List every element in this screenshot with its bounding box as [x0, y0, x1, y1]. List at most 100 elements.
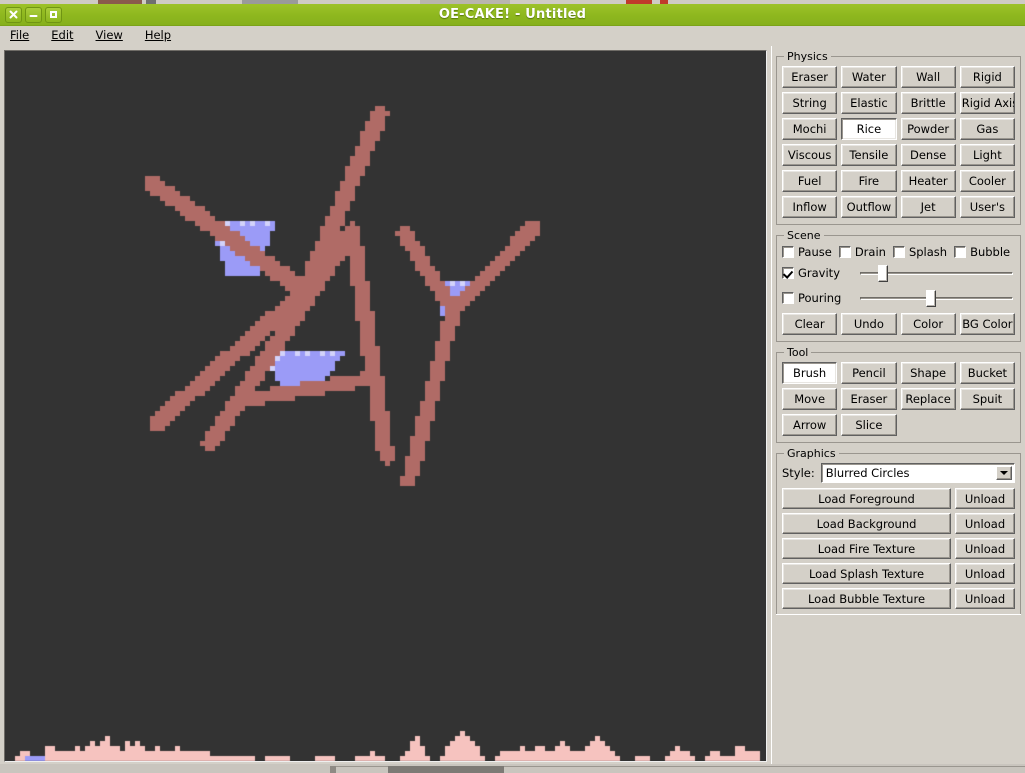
tool-button-bucket[interactable]: Bucket [959, 362, 1015, 384]
menu-item-edit[interactable]: Edit [49, 27, 83, 43]
checkbox-pouring[interactable]: Pouring [782, 291, 858, 305]
tool-button-spuit[interactable]: Spuit [959, 388, 1015, 410]
physics-button-rigid[interactable]: Rigid [959, 66, 1015, 88]
physics-button-string[interactable]: String [782, 92, 838, 114]
bg-color-button[interactable]: BG Color [959, 313, 1015, 335]
style-label: Style: [782, 466, 815, 480]
load-fire-texture-row: Load Fire Texture Unload [782, 538, 1015, 559]
physics-button-elastic[interactable]: Elastic [841, 92, 897, 114]
simulation-surface[interactable] [5, 51, 766, 761]
physics-button-water[interactable]: Water [841, 66, 897, 88]
unload-foreground-button[interactable]: Unload [955, 488, 1015, 509]
clear-button[interactable]: Clear [782, 313, 838, 335]
menu-help-label: Help [144, 28, 172, 42]
maximize-icon[interactable] [45, 6, 62, 23]
physics-button-fuel[interactable]: Fuel [782, 170, 838, 192]
tool-button-shape[interactable]: Shape [900, 362, 956, 384]
load-splash-texture-button[interactable]: Load Splash Texture [782, 563, 951, 584]
tool-button-slice[interactable]: Slice [841, 414, 897, 436]
physics-button-gas[interactable]: Gas [959, 118, 1015, 140]
undo-button[interactable]: Undo [841, 313, 897, 335]
checkbox-pause[interactable]: Pause [782, 245, 832, 259]
physics-button-tensile[interactable]: Tensile [841, 144, 897, 166]
checkbox-gravity-box[interactable] [782, 267, 794, 279]
physics-button-cooler[interactable]: Cooler [959, 170, 1015, 192]
menu-item-view[interactable]: View [94, 27, 133, 43]
tool-button-eraser[interactable]: Eraser [841, 388, 897, 410]
physics-button-mochi[interactable]: Mochi [782, 118, 838, 140]
physics-button-light[interactable]: Light [959, 144, 1015, 166]
style-select-value: Blurred Circles [825, 466, 910, 480]
control-panel: Physics Eraser Water Wall Rigid String E… [771, 46, 1025, 766]
panel-empty-area [776, 614, 1021, 757]
physics-button-eraser[interactable]: Eraser [782, 66, 838, 88]
checkbox-splash[interactable]: Splash [892, 245, 948, 259]
tool-button-pencil[interactable]: Pencil [841, 362, 897, 384]
physics-button-wall[interactable]: Wall [900, 66, 956, 88]
color-button[interactable]: Color [900, 313, 956, 335]
simulation-canvas[interactable] [4, 50, 767, 762]
load-bubble-texture-row: Load Bubble Texture Unload [782, 588, 1015, 609]
menu-file-label: File [10, 28, 30, 42]
physics-row-1: String Elastic Brittle Rigid Axis [782, 92, 1015, 114]
load-splash-texture-row: Load Splash Texture Unload [782, 563, 1015, 584]
taskbar-strip-bottom [0, 764, 1025, 773]
unload-bubble-texture-button[interactable]: Unload [955, 588, 1015, 609]
checkbox-pause-label: Pause [798, 245, 832, 259]
gravity-slider[interactable] [858, 263, 1015, 283]
gravity-slider-thumb[interactable] [878, 265, 888, 282]
physics-button-dense[interactable]: Dense [900, 144, 956, 166]
checkbox-drain-box[interactable] [838, 246, 851, 258]
unload-splash-texture-button[interactable]: Unload [955, 563, 1015, 584]
taskbar-fragment [388, 766, 504, 773]
load-background-button[interactable]: Load Background [782, 513, 951, 534]
tool-button-move[interactable]: Move [782, 388, 838, 410]
physics-button-powder[interactable]: Powder [900, 118, 956, 140]
physics-button-rice[interactable]: Rice [841, 118, 897, 140]
taskbar-fragment [330, 766, 336, 773]
load-fire-texture-button[interactable]: Load Fire Texture [782, 538, 951, 559]
unload-fire-texture-button[interactable]: Unload [955, 538, 1015, 559]
minimize-icon[interactable] [25, 6, 42, 23]
close-icon[interactable] [5, 6, 22, 23]
checkbox-pouring-box[interactable] [782, 292, 794, 304]
chevron-down-icon[interactable] [996, 466, 1012, 480]
physics-row-4: Fuel Fire Heater Cooler [782, 170, 1015, 192]
checkbox-pause-box[interactable] [782, 246, 794, 258]
physics-button-heater[interactable]: Heater [900, 170, 956, 192]
load-bubble-texture-button[interactable]: Load Bubble Texture [782, 588, 951, 609]
menu-item-help[interactable]: Help [143, 27, 181, 43]
graphics-group: Graphics Style: Blurred Circles Load For… [776, 447, 1021, 616]
window-title: OE-CAKE! - Untitled [438, 7, 587, 22]
tool-button-arrow[interactable]: Arrow [782, 414, 838, 436]
checkbox-splash-box[interactable] [892, 246, 905, 258]
physics-button-jet[interactable]: Jet [900, 196, 956, 218]
style-select[interactable]: Blurred Circles [820, 463, 1015, 483]
checkbox-gravity[interactable]: Gravity [782, 266, 858, 280]
load-foreground-button[interactable]: Load Foreground [782, 488, 951, 509]
load-foreground-row: Load Foreground Unload [782, 488, 1015, 509]
checkbox-drain[interactable]: Drain [838, 245, 886, 259]
checkbox-bubble[interactable]: Bubble [954, 245, 1010, 259]
physics-button-users[interactable]: User's [959, 196, 1015, 218]
pouring-slider-thumb[interactable] [926, 290, 936, 307]
unload-background-button[interactable]: Unload [955, 513, 1015, 534]
scene-group-title: Scene [787, 229, 821, 242]
physics-button-rigid-axis[interactable]: Rigid Axis [959, 92, 1015, 114]
title-bar: OE-CAKE! - Untitled [0, 4, 1025, 26]
pouring-slider[interactable] [858, 288, 1015, 308]
physics-button-outflow[interactable]: Outflow [841, 196, 897, 218]
physics-button-inflow[interactable]: Inflow [782, 196, 838, 218]
physics-button-viscous[interactable]: Viscous [782, 144, 838, 166]
checkbox-bubble-box[interactable] [954, 246, 967, 258]
checkbox-splash-label: Splash [908, 245, 948, 259]
graphics-group-title: Graphics [787, 447, 836, 460]
physics-button-fire[interactable]: Fire [841, 170, 897, 192]
menu-edit-label: Edit [51, 28, 74, 42]
tool-button-brush[interactable]: Brush [782, 362, 838, 384]
physics-button-brittle[interactable]: Brittle [900, 92, 956, 114]
window-controls [0, 6, 62, 23]
menu-item-file[interactable]: File [8, 27, 39, 43]
scene-checkbox-row: Pause Drain Splash Bubble [782, 245, 1015, 259]
tool-button-replace[interactable]: Replace [900, 388, 956, 410]
